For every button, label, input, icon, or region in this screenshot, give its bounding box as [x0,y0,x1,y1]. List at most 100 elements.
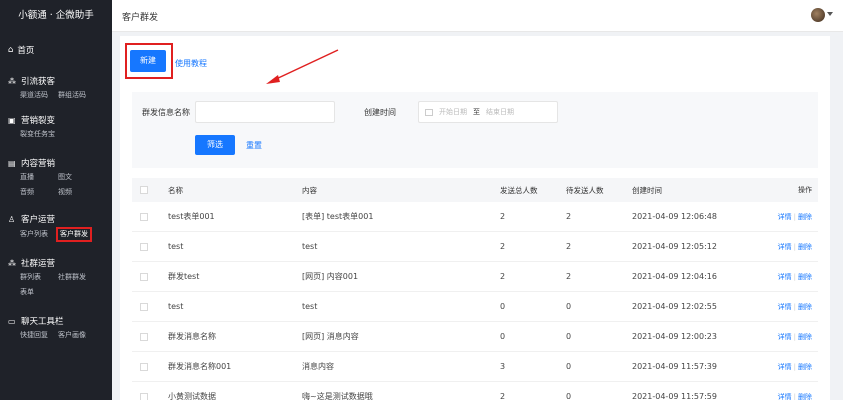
delete-link[interactable]: 删除 [798,363,812,371]
nav-home[interactable]: ⌂ 首页 [0,32,112,56]
top-bar: 客户群发 [112,0,843,32]
header-pending: 待发送人数 [566,185,604,195]
header-ops: 操作 [798,186,812,194]
nav-group-acquisition: ⁂ 引流获客 渠道活码 群组活码 [0,74,112,103]
reset-link[interactable]: 重置 [246,140,262,151]
nav-group-title: 营销裂变 [21,116,56,126]
cell-total: 0 [500,302,506,311]
nav-group-title: 聊天工具栏 [21,317,64,327]
select-all-checkbox[interactable] [140,186,148,194]
detail-link[interactable]: 详情 [778,393,792,400]
header-total: 发送总人数 [500,185,538,195]
filter-button[interactable]: 筛选 [195,135,235,155]
row-checkbox[interactable] [140,272,148,281]
new-button[interactable]: 新建 [130,50,166,72]
cell-pending: 2 [566,212,572,221]
cell-time: 2021-04-09 12:05:12 [632,242,717,251]
sidebar-item-video[interactable]: 视频 [58,185,96,200]
annotation-arrow-icon [266,49,339,84]
cell-pending: 0 [566,362,572,371]
nav-group-title: 引流获客 [21,77,56,87]
table-row: test test 0 0 2021-04-09 12:02:55 详情 | 删除 [132,292,818,322]
cell-name: 群发消息名称001 [168,362,232,371]
end-date-placeholder: 结束日期 [486,108,514,116]
detail-link[interactable]: 详情 [778,363,792,371]
sidebar-item-channel-code[interactable]: 渠道活码 [20,88,58,103]
cell-total: 2 [500,212,506,221]
nav-group-content: ▤ 内容营销 直播 图文 音频 视频 [0,156,112,200]
table-row: test表单001 [表单] test表单001 2 2 2021-04-09 12:0… [132,202,818,232]
ops-divider: | [793,242,796,251]
cell-time: 2021-04-09 12:00:23 [632,332,717,341]
cell-time: 2021-04-09 12:06:48 [632,212,717,221]
delete-link[interactable]: 删除 [798,243,812,251]
row-checkbox[interactable] [140,242,148,251]
nav-group-marketing: ▣ 营销裂变 裂变任务宝 [0,113,112,142]
page-title: 客户群发 [122,13,159,23]
delete-link[interactable]: 删除 [798,273,812,281]
detail-link[interactable]: 详情 [778,273,792,281]
sidebar-item-form[interactable]: 表单 [20,285,58,300]
detail-link[interactable]: 详情 [778,213,792,221]
cell-total: 0 [500,332,506,341]
cell-ops: 详情 | 删除 [760,392,818,400]
detail-link[interactable]: 详情 [778,303,792,311]
row-checkbox[interactable] [140,392,148,400]
delete-link[interactable]: 删除 [798,393,812,400]
user-icon: ♙ [8,214,16,224]
cell-pending: 0 [566,302,572,311]
ops-divider: | [793,212,796,221]
cell-total: 2 [500,272,506,281]
cell-name: 小黄测试数据 [168,392,216,400]
chevron-down-icon[interactable] [827,12,833,16]
sidebar-item-group-broadcast[interactable]: 社群群发 [58,270,96,285]
nav-home-label: 首页 [17,46,35,56]
row-checkbox[interactable] [140,332,148,341]
tutorial-link[interactable]: 使用教程 [175,58,207,69]
table-row: 群发test [网页] 内容001 2 2 2021-04-09 12:04:16 详情 |… [132,262,818,292]
sidebar-item-group-list[interactable]: 群列表 [20,270,58,285]
ops-divider: | [793,272,796,281]
sidebar-item-customer-broadcast[interactable]: 客户群发 [56,227,92,242]
cell-total: 2 [500,242,506,251]
sidebar-item-customer-profile[interactable]: 客户画像 [58,328,96,343]
sidebar-item-article[interactable]: 图文 [58,170,96,185]
delete-link[interactable]: 删除 [798,213,812,221]
header-time: 创建时间 [632,185,662,195]
detail-link[interactable]: 详情 [778,333,792,341]
row-checkbox[interactable] [140,362,148,371]
cell-ops: 详情 | 删除 [760,242,818,252]
nav-group-customer: ♙ 客户运营 客户列表 客户群发 [0,212,112,242]
home-icon: ⌂ [8,45,14,55]
cell-name: test表单001 [168,212,215,221]
cell-content: test [302,302,318,311]
cell-name: 群发消息名称 [168,332,216,341]
sidebar-item-quick-reply[interactable]: 快捷回复 [20,328,58,343]
cell-ops: 详情 | 删除 [760,302,818,312]
table-row: test test 2 2 2021-04-09 12:05:12 详情 | 删除 [132,232,818,262]
row-checkbox[interactable] [140,212,148,221]
cell-time: 2021-04-09 12:04:16 [632,272,717,281]
delete-link[interactable]: 删除 [798,333,812,341]
cell-ops: 详情 | 删除 [760,362,818,372]
sidebar-item-live[interactable]: 直播 [20,170,58,185]
delete-link[interactable]: 删除 [798,303,812,311]
sidebar: 小额通 · 企微助手 ⌂ 首页 ⁂ 引流获客 渠道活码 群组活码 ▣ 营销裂变 裂变… [0,0,112,400]
date-range-picker[interactable]: 开始日期 至 结束日期 [418,101,558,123]
sidebar-item-fission[interactable]: 裂变任务宝 [20,127,58,142]
cell-total: 2 [500,392,506,400]
nav-group-community: ⁂ 社群运营 群列表 社群群发 表单 [0,256,112,300]
cell-pending: 0 [566,332,572,341]
cell-name: test [168,242,184,251]
row-checkbox[interactable] [140,302,148,311]
avatar[interactable] [811,8,825,22]
ops-divider: | [793,392,796,400]
detail-link[interactable]: 详情 [778,243,792,251]
sidebar-item-customer-list[interactable]: 客户列表 [20,227,58,242]
header-content: 内容 [302,185,317,195]
cell-time: 2021-04-09 11:57:59 [632,392,717,400]
name-filter-input[interactable] [195,101,335,123]
sidebar-item-group-code[interactable]: 群组活码 [58,88,96,103]
date-range-separator: 至 [473,108,480,116]
sidebar-item-audio[interactable]: 音频 [20,185,58,200]
